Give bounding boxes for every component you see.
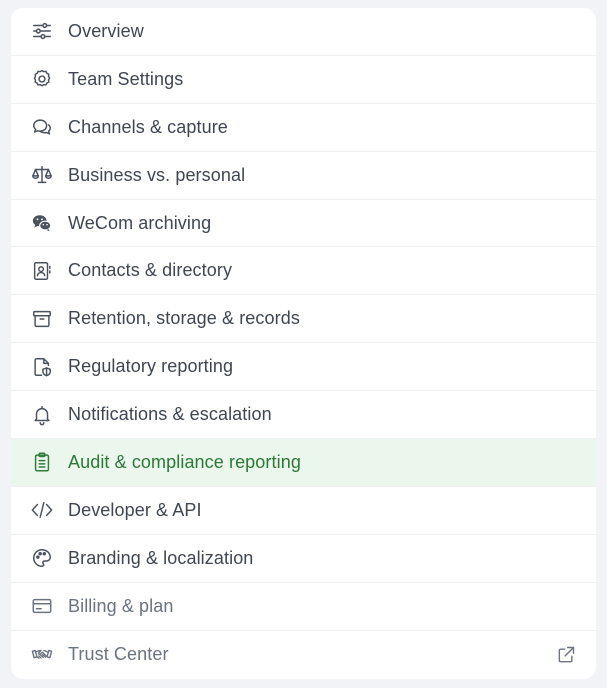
nav-item-notifications-escalation[interactable]: Notifications & escalation bbox=[11, 391, 596, 440]
bell-icon bbox=[31, 404, 53, 426]
nav-item-label: Overview bbox=[68, 20, 144, 41]
contact-book-icon bbox=[31, 260, 53, 282]
nav-item-audit-compliance-reporting[interactable]: Audit & compliance reporting bbox=[11, 439, 596, 487]
nav-item-overview[interactable]: Overview bbox=[11, 8, 596, 56]
nav-item-label: Team Settings bbox=[68, 68, 184, 89]
nav-item-label: Branding & localization bbox=[68, 547, 254, 568]
nav-item-label: Retention, storage & records bbox=[68, 308, 300, 329]
credit-card-icon bbox=[31, 595, 53, 617]
nav-item-team-settings[interactable]: Team Settings bbox=[11, 56, 596, 104]
nav-item-business-vs-personal[interactable]: Business vs. personal bbox=[11, 152, 596, 200]
wechat-icon bbox=[31, 212, 53, 234]
nav-item-retention-storage-records[interactable]: Retention, storage & records bbox=[11, 295, 596, 344]
settings-nav-panel: Overview Team Settings Channels & captur… bbox=[11, 8, 596, 679]
nav-item-label: Regulatory reporting bbox=[68, 356, 234, 377]
nav-item-label: Business vs. personal bbox=[68, 164, 246, 185]
file-shield-icon bbox=[31, 356, 53, 378]
scale-icon bbox=[31, 164, 53, 186]
code-icon bbox=[31, 499, 53, 521]
handshake-icon bbox=[31, 644, 53, 666]
gear-icon bbox=[31, 68, 53, 90]
settings-nav-list: Overview Team Settings Channels & captur… bbox=[11, 8, 596, 678]
archive-box-icon bbox=[31, 308, 53, 330]
nav-item-channels-capture[interactable]: Channels & capture bbox=[11, 104, 596, 152]
palette-icon bbox=[31, 547, 53, 569]
nav-item-contacts-directory[interactable]: Contacts & directory bbox=[11, 247, 596, 296]
nav-item-label: Trust Center bbox=[68, 644, 169, 665]
nav-item-label: Channels & capture bbox=[68, 116, 228, 137]
nav-item-billing-plan[interactable]: Billing & plan bbox=[11, 583, 596, 631]
clipboard-list-icon bbox=[31, 451, 53, 473]
sliders-icon bbox=[31, 20, 53, 42]
external-link-icon bbox=[556, 645, 576, 665]
nav-item-label: Contacts & directory bbox=[68, 260, 233, 281]
nav-item-branding-localization[interactable]: Branding & localization bbox=[11, 535, 596, 583]
nav-item-label: Billing & plan bbox=[68, 595, 174, 616]
nav-item-label: Audit & compliance reporting bbox=[68, 451, 301, 472]
chat-bubbles-icon bbox=[31, 116, 53, 138]
nav-item-label: Notifications & escalation bbox=[68, 404, 272, 425]
nav-item-label: Developer & API bbox=[68, 499, 202, 520]
nav-item-wecom-archiving[interactable]: WeCom archiving bbox=[11, 200, 596, 248]
nav-item-label: WeCom archiving bbox=[68, 212, 212, 233]
nav-item-trust-center[interactable]: Trust Center bbox=[11, 631, 596, 679]
nav-item-regulatory-reporting[interactable]: Regulatory reporting bbox=[11, 343, 596, 392]
nav-item-developer-api[interactable]: Developer & API bbox=[11, 487, 596, 535]
